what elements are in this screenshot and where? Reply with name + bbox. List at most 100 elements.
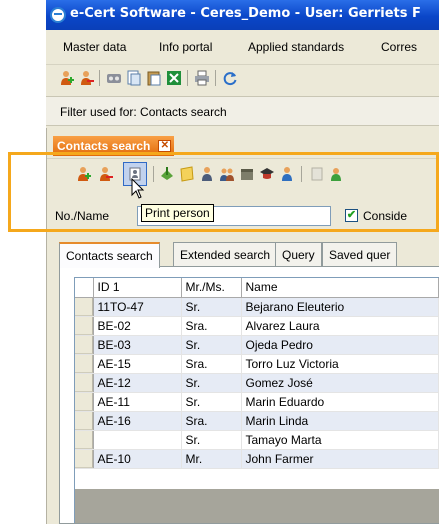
cell-id: AE-11 [93,392,182,412]
contacts-table: ID 1 Mr./Ms. Name 11TO-47 Sr. Bejarano Ele… [75,278,439,469]
graduation-icon[interactable] [259,166,275,182]
consider-checkbox[interactable]: ✔ [345,209,358,222]
table-body: 11TO-47 Sr. Bejarano Eleuterio BE-02 Sra. Alv… [75,297,439,469]
search-tabs: Contacts search Extended search Query Sa… [59,242,439,268]
add-person-icon[interactable] [75,166,91,182]
window-title: e-Cert Software - Ceres_Demo - User: Ger… [70,6,421,21]
menu-applied-standards[interactable]: Applied standards [248,40,344,54]
table-row[interactable]: AE-10 Mr. John Farmer [75,449,439,469]
column-header-name[interactable]: Name [241,278,439,298]
toolbar-separator [215,70,216,86]
cell-id: BE-03 [93,335,182,355]
row-selector[interactable] [75,430,94,450]
delete-person-icon[interactable] [78,70,94,86]
paste-document-icon[interactable] [146,70,162,86]
menu-bar: Master data Info portal Applied standard… [46,36,439,60]
tab-saved-queries[interactable]: Saved quer [322,242,398,266]
table-header-row: ID 1 Mr./Ms. Name [75,278,439,298]
person-icon[interactable] [199,166,215,182]
add-person-icon[interactable] [58,70,74,86]
row-selector[interactable] [75,373,94,393]
table-row[interactable]: 11TO-47 Sr. Bejarano Eleuterio [75,297,439,317]
cell-title: Sr. [181,430,242,450]
contacts-grid: ID 1 Mr./Ms. Name 11TO-47 Sr. Bejarano Ele… [59,266,439,524]
export-icon[interactable] [159,166,175,182]
note-icon[interactable] [179,166,195,182]
table-row[interactable]: AE-16 Sra. Marin Linda [75,411,439,431]
mouse-cursor-icon [131,178,145,199]
toolbar-separator [301,166,302,182]
row-selector[interactable] [75,316,94,336]
excel-icon[interactable] [166,70,182,86]
row-selector[interactable] [75,354,94,374]
table-row[interactable]: Sr. Tamayo Marta [75,430,439,450]
menu-info-portal[interactable]: Info portal [159,40,212,54]
table-row[interactable]: BE-02 Sra. Alvarez Laura [75,316,439,336]
row-selector-header [75,278,94,298]
menu-master-data[interactable]: Master data [63,40,126,54]
cell-title: Sra. [181,316,242,336]
user-icon[interactable] [279,166,295,182]
toolbar-separator [99,70,100,86]
contacts-panel: Contacts search ✕ No./Name ✔ Conside Pri… [46,128,439,524]
row-selector[interactable] [75,392,94,412]
search-row: No./Name ✔ Conside [47,204,439,226]
table-row[interactable]: AE-12 Sr. Gomez José [75,373,439,393]
row-selector[interactable] [75,297,94,317]
filter-info-bar: Filter used for: Contacts search [46,96,439,126]
no-name-label: No./Name [55,209,110,223]
cell-title: Mr. [181,449,242,469]
consider-checkbox-label: Conside [363,209,408,223]
cell-id: AE-10 [93,449,182,469]
print-icon[interactable] [194,70,210,86]
table-row[interactable]: BE-03 Sr. Ojeda Pedro [75,335,439,355]
tape-icon[interactable] [106,70,122,86]
title-bar[interactable]: e-Cert Software - Ceres_Demo - User: Ger… [46,0,439,30]
cell-id [93,430,182,450]
filter-text: Filter used for: Contacts search [60,105,227,119]
cell-id: 11TO-47 [93,297,182,317]
grid-empty-area [75,489,439,523]
refresh-icon[interactable] [222,70,238,86]
tab-query[interactable]: Query [275,242,322,266]
main-toolbar [46,64,439,90]
cell-title: Sra. [181,354,242,374]
tab-contacts-search[interactable]: Contacts search [59,242,160,268]
cell-id: AE-15 [93,354,182,374]
contacts-table-container: ID 1 Mr./Ms. Name 11TO-47 Sr. Bejarano Ele… [74,277,439,523]
cell-title: Sr. [181,373,242,393]
search-person-icon[interactable] [329,166,345,182]
table-row[interactable]: AE-15 Sra. Torro Luz Victoria [75,354,439,374]
cell-name: Torro Luz Victoria [241,354,439,374]
app-window: e-Cert Software - Ceres_Demo - User: Ger… [46,0,439,524]
close-icon[interactable]: ✕ [158,140,172,152]
menu-correspondence[interactable]: Corres [381,40,417,54]
row-selector[interactable] [75,335,94,355]
cell-name: Gomez José [241,373,439,393]
panel-tab-label: Contacts search [57,139,151,153]
group-icon[interactable] [219,166,235,182]
delete-person-icon[interactable] [97,166,113,182]
panel-tab-contacts-search[interactable]: Contacts search ✕ [53,136,175,156]
cell-title: Sra. [181,411,242,431]
row-selector[interactable] [75,411,94,431]
cell-name: Tamayo Marta [241,430,439,450]
cell-id: BE-02 [93,316,182,336]
cell-name: Alvarez Laura [241,316,439,336]
cell-title: Sr. [181,335,242,355]
column-header-title[interactable]: Mr./Ms. [181,278,242,298]
table-row[interactable]: AE-11 Sr. Marin Eduardo [75,392,439,412]
toolbar-separator [153,166,154,182]
column-header-id[interactable]: ID 1 [93,278,182,298]
cell-title: Sr. [181,297,242,317]
tooltip-print-person: Print person [141,204,214,222]
toolbar-separator [187,70,188,86]
archive-icon[interactable] [239,166,255,182]
cell-id: AE-12 [93,373,182,393]
cell-id: AE-16 [93,411,182,431]
cell-name: Marin Eduardo [241,392,439,412]
row-selector[interactable] [75,449,94,469]
cell-title: Sr. [181,392,242,412]
tab-extended-search[interactable]: Extended search [173,242,278,266]
copy-document-icon[interactable] [126,70,142,86]
